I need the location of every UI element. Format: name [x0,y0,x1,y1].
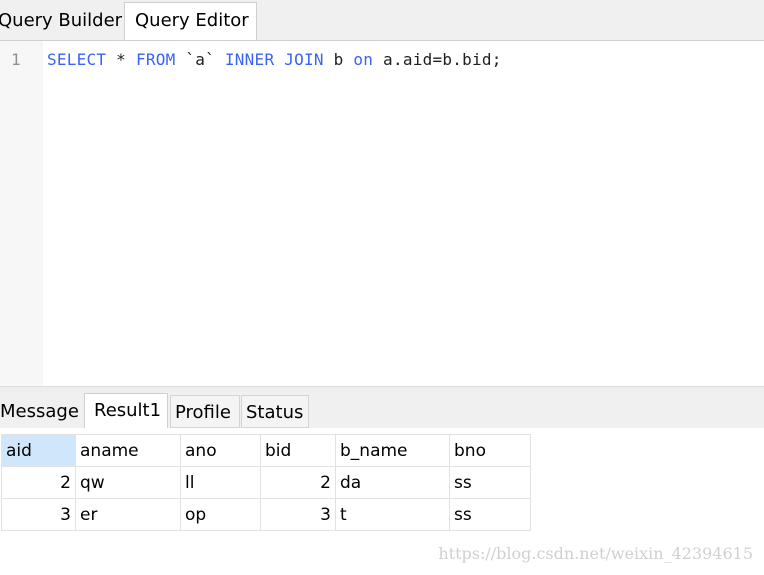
tab-query-editor[interactable]: Query Editor [124,2,257,40]
table-row[interactable]: 3 er op 3 t ss [1,498,531,531]
column-header-ano[interactable]: ano [180,434,261,467]
column-header-b-name[interactable]: b_name [335,434,450,467]
tab-profile[interactable]: Profile [170,395,240,428]
cell-aid[interactable]: 3 [1,498,76,531]
table-row[interactable]: 2 qw ll 2 da ss [1,466,531,499]
cell-ano[interactable]: ll [180,466,261,499]
header-row: aid aname ano bid b_name bno [1,434,531,467]
cell-ano[interactable]: op [180,498,261,531]
sql-keyword: INNER [224,50,275,69]
sql-keyword: SELECT [47,50,107,69]
cell-bid[interactable]: 2 [260,466,336,499]
result-tab-bar: Message Result1 Profile Status [0,392,764,429]
sql-token: * [106,50,136,69]
sql-token: b [323,50,354,69]
code-line[interactable]: SELECT * FROM `a` INNER JOIN b on a.aid=… [47,50,502,69]
cell-aid[interactable]: 2 [1,466,76,499]
sql-keyword: on [353,50,374,69]
cell-b-name[interactable]: da [335,466,450,499]
sql-token: `a` [175,50,225,69]
column-header-bno[interactable]: bno [449,434,531,467]
cell-bno[interactable]: ss [449,498,531,531]
sql-token: a.aid=b.bid; [373,50,502,69]
cell-aname[interactable]: qw [75,466,181,499]
cell-aname[interactable]: er [75,498,181,531]
sql-keyword: FROM [135,50,176,69]
tab-status[interactable]: Status [241,395,309,428]
watermark: https://blog.csdn.net/weixin_42394615 [438,544,753,563]
result-table: aid aname ano bid b_name bno 2 qw ll 2 d… [1,434,531,531]
column-header-bid[interactable]: bid [260,434,336,467]
column-header-aname[interactable]: aname [75,434,181,467]
tab-message[interactable]: Message [0,395,82,428]
editor-tab-bar: Query Builder Query Editor [0,0,764,41]
tab-query-builder[interactable]: Query Builder [0,3,122,39]
line-number: 1 [11,50,21,69]
sql-keyword: JOIN [284,50,324,69]
cell-bid[interactable]: 3 [260,498,336,531]
cell-b-name[interactable]: t [335,498,450,531]
column-header-aid[interactable]: aid [1,434,76,467]
cell-bno[interactable]: ss [449,466,531,499]
line-number-gutter: 1 [0,41,43,386]
tab-result1[interactable]: Result1 [84,393,168,428]
sql-editor[interactable]: 1 SELECT * FROM `a` INNER JOIN b on a.ai… [0,41,764,386]
